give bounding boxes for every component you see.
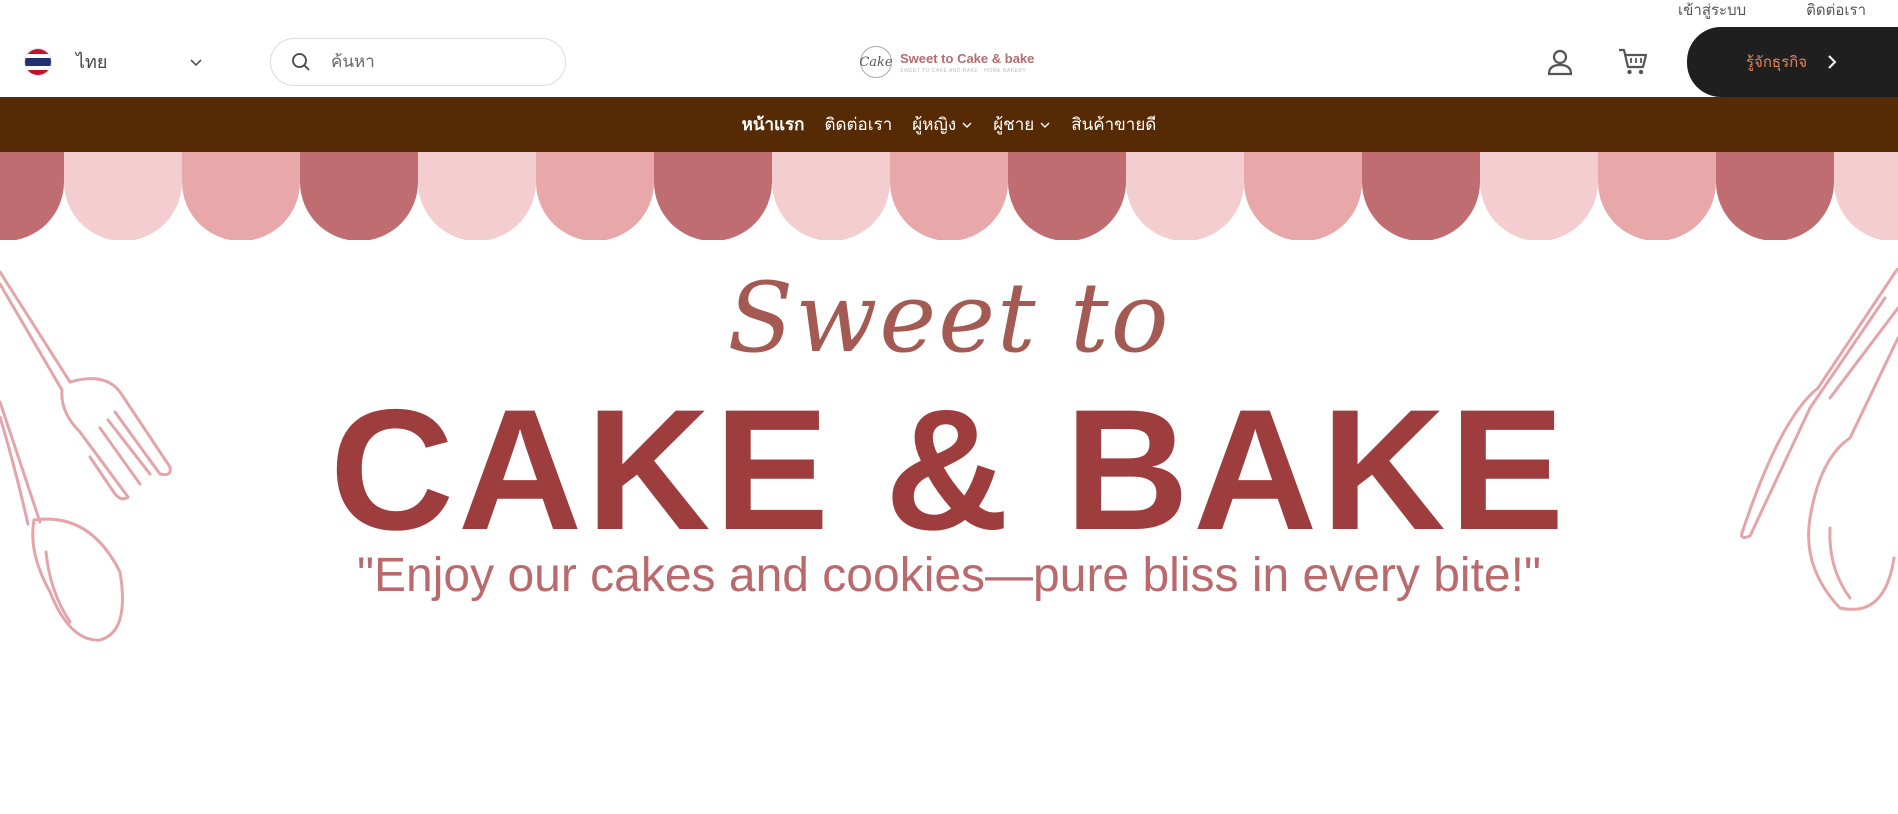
search-box[interactable] bbox=[270, 38, 566, 86]
logo-tagline: SWEET TO CAKE AND BAKE · HOME BAKERY bbox=[900, 67, 1027, 74]
search-icon bbox=[292, 53, 310, 71]
awning-scallop bbox=[772, 152, 890, 240]
awning-scallop bbox=[1126, 152, 1244, 240]
nav-women[interactable]: ผู้หญิง bbox=[912, 111, 973, 138]
chevron-down-icon bbox=[190, 58, 202, 66]
awning-decoration bbox=[0, 152, 1898, 240]
awning-scallop bbox=[182, 152, 300, 240]
awning-scallop bbox=[0, 152, 64, 240]
thai-flag-icon bbox=[24, 47, 52, 76]
logo-mark: Cake bbox=[859, 46, 893, 78]
hero-title: CAKE & BAKE bbox=[329, 374, 1569, 566]
chevron-down-icon bbox=[1040, 122, 1050, 128]
account-icon[interactable] bbox=[1546, 48, 1574, 76]
contact-link-top[interactable]: ติดต่อเรา bbox=[1806, 0, 1866, 22]
nav-men[interactable]: ผู้ชาย bbox=[993, 111, 1051, 138]
awning-scallop bbox=[1716, 152, 1834, 240]
awning-scallop bbox=[1598, 152, 1716, 240]
search-input[interactable] bbox=[329, 51, 533, 73]
hero-script-text: Sweet to bbox=[727, 262, 1171, 374]
awning-scallop bbox=[1480, 152, 1598, 240]
about-business-button[interactable]: รู้จักธุรกิจ bbox=[1687, 27, 1898, 97]
nav-bestsellers[interactable]: สินค้าขายดี bbox=[1071, 111, 1156, 138]
awning-scallop bbox=[418, 152, 536, 240]
cart-icon[interactable] bbox=[1618, 47, 1648, 77]
about-business-label: รู้จักธุรกิจ bbox=[1745, 54, 1807, 71]
awning-scallop bbox=[1008, 152, 1126, 240]
language-label: ไทย bbox=[76, 52, 108, 72]
main-nav: หน้าแรก ติดต่อเรา ผู้หญิง ผู้ชาย สินค้าข… bbox=[0, 97, 1898, 152]
login-link[interactable]: เข้าสู่ระบบ bbox=[1678, 0, 1746, 22]
awning-scallop bbox=[1834, 152, 1898, 240]
chevron-down-icon bbox=[962, 122, 972, 128]
awning-scallop bbox=[64, 152, 182, 240]
logo-name: Sweet to Cake & bake bbox=[900, 50, 1035, 66]
nav-contact[interactable]: ติดต่อเรา bbox=[824, 111, 892, 138]
awning-scallop bbox=[890, 152, 1008, 240]
awning-scallop bbox=[536, 152, 654, 240]
nav-home[interactable]: หน้าแรก bbox=[742, 111, 805, 138]
language-selector[interactable]: ไทย bbox=[24, 47, 204, 76]
awning-scallop bbox=[1244, 152, 1362, 240]
site-logo[interactable]: Cake Sweet to Cake & bake SWEET TO CAKE … bbox=[859, 46, 1035, 78]
awning-scallop bbox=[1362, 152, 1480, 240]
chevron-right-icon bbox=[1828, 55, 1837, 69]
top-utility-bar: เข้าสู่ระบบ ติดต่อเรา bbox=[1678, 0, 1898, 22]
awning-scallop bbox=[300, 152, 418, 240]
awning-scallop bbox=[654, 152, 772, 240]
hero-quote: "Enjoy our cakes and cookies—pure bliss … bbox=[357, 549, 1541, 602]
